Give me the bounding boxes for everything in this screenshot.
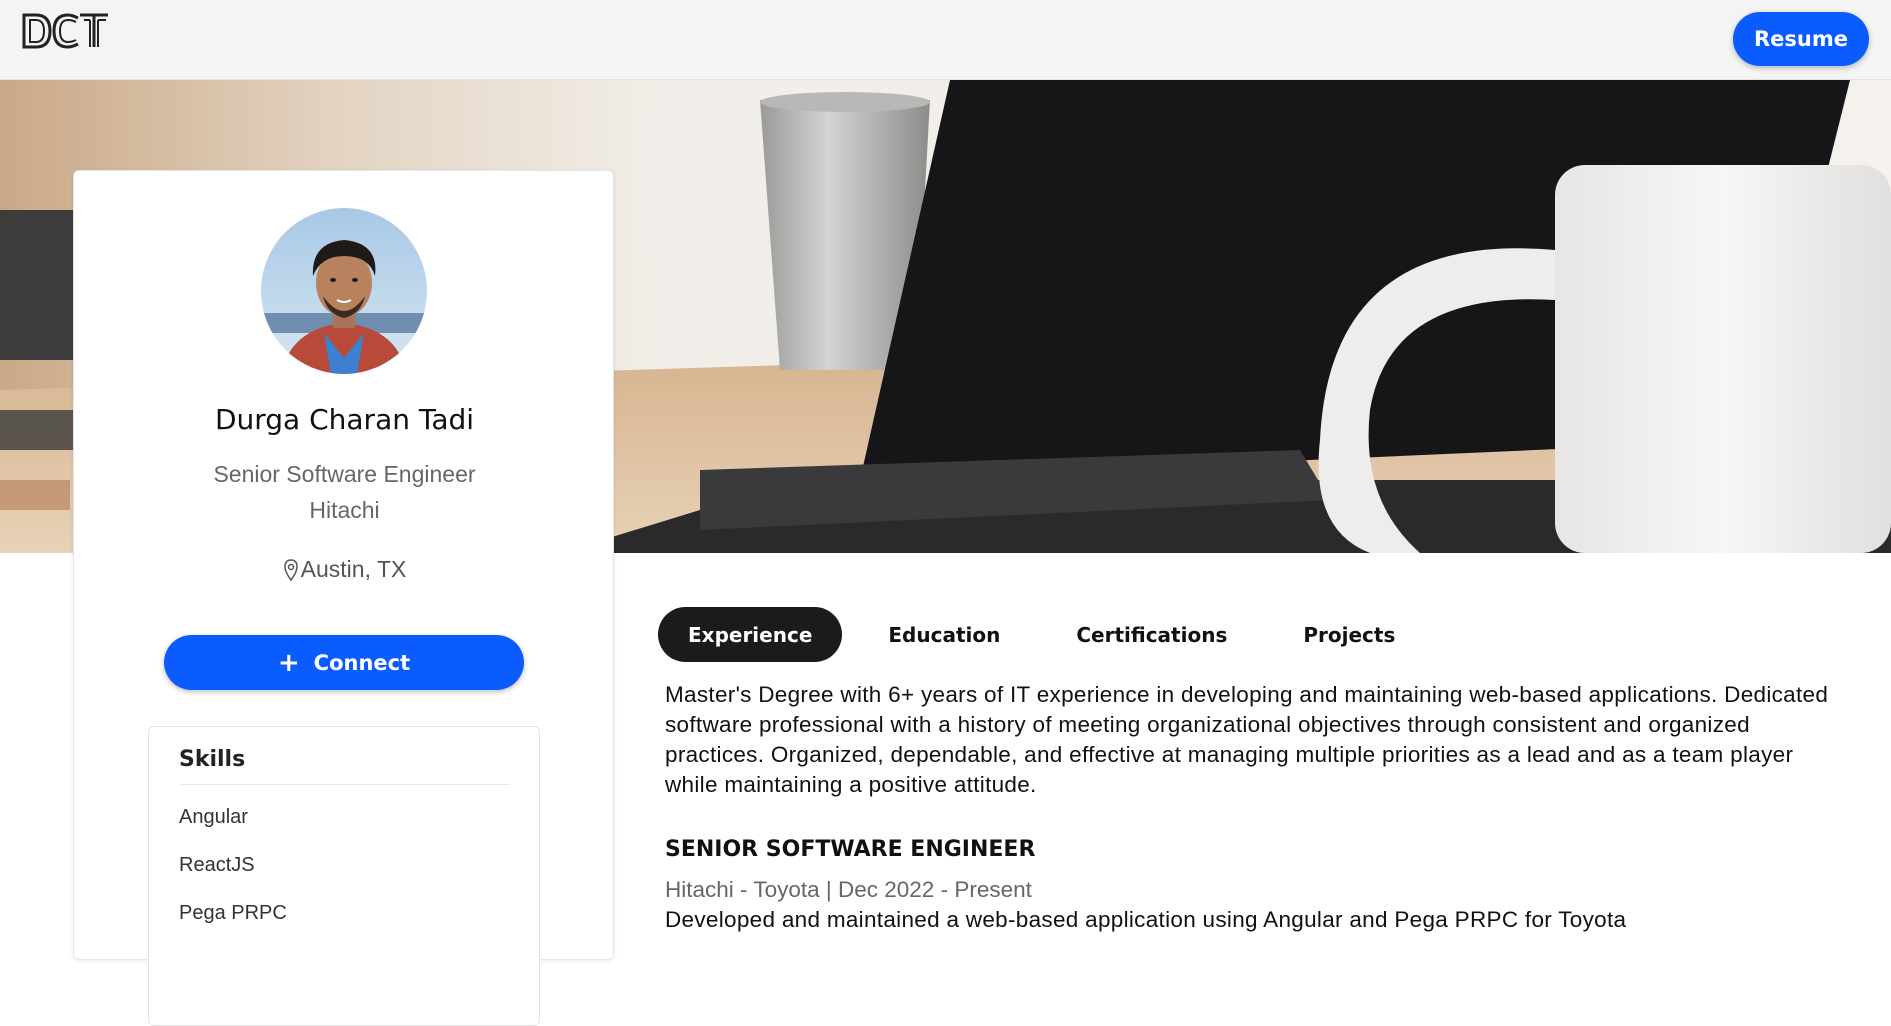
skills-panel: Skills Angular ReactJS Pega PRPC [148, 726, 540, 1026]
profile-job-title: Senior Software Engineer [213, 461, 476, 487]
location-text: Austin, TX [300, 556, 407, 582]
tab-experience[interactable]: Experience [658, 607, 843, 662]
tab-projects[interactable]: Projects [1273, 607, 1425, 662]
logo-icon [22, 13, 108, 49]
resume-button[interactable]: Resume [1733, 12, 1869, 66]
skills-divider [179, 784, 510, 785]
experience-summary: Master's Degree with 6+ years of IT expe… [665, 682, 1829, 797]
job-meta: Hitachi - Toyota | Dec 2022 - Present [665, 877, 1032, 902]
dct-logo[interactable] [22, 12, 110, 50]
job-description: Developed and maintained a web-based app… [665, 907, 1627, 932]
skills-heading: Skills [179, 747, 246, 772]
profile-company: Hitachi [309, 497, 380, 523]
profile-location: Austin, TX [74, 556, 615, 583]
profile-avatar [261, 208, 427, 374]
map-pin-icon [283, 558, 298, 581]
section-tabs: Experience Education Certifications Proj… [658, 607, 1441, 662]
profile-photo [261, 208, 427, 374]
skill-item: Angular [179, 806, 248, 828]
profile-name: Durga Charan Tadi [214, 403, 475, 436]
connect-button[interactable]: + Connect [164, 635, 524, 690]
job-title: SENIOR SOFTWARE ENGINEER [665, 837, 1036, 862]
tab-certifications[interactable]: Certifications [1046, 607, 1257, 662]
top-navbar: Resume [0, 0, 1891, 80]
connect-label: Connect [313, 650, 411, 675]
plus-icon: + [277, 647, 300, 678]
skill-item: Pega PRPC [179, 902, 287, 924]
profile-card: Durga Charan Tadi Senior Software Engine… [73, 170, 615, 1026]
skill-item: ReactJS [179, 854, 255, 876]
tab-education[interactable]: Education [858, 607, 1030, 662]
